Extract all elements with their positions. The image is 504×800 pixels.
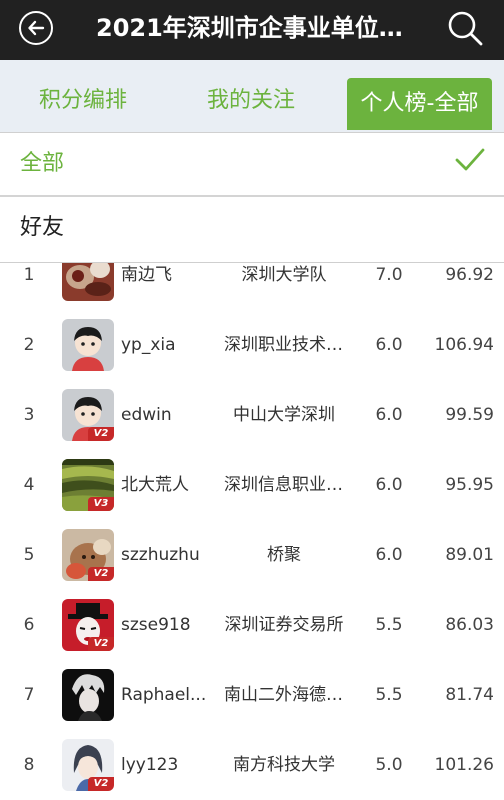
username: szzhuzhu <box>121 545 200 565</box>
food-photo-avatar <box>62 263 114 301</box>
vip-badge: V3 <box>88 497 114 511</box>
vip-badge: V2 <box>88 427 114 441</box>
ranking-row[interactable]: 3 V2 edwin 中山大学深圳 6.0 99.59 <box>0 380 504 450</box>
ranking-row[interactable]: 1 南边飞 深圳大学队 7.0 96.92 <box>0 263 504 310</box>
search-button[interactable] <box>446 9 484 47</box>
ranking-row[interactable]: 2 yp_xia 深圳职业技术学院 6.0 106.94 <box>0 310 504 380</box>
username: szse918 <box>121 615 191 635</box>
avatar: V2 <box>62 739 114 791</box>
avatar <box>62 319 114 371</box>
avatar: V2 <box>62 389 114 441</box>
team-name: 深圳信息职业技术学院 <box>224 475 344 495</box>
team-name: 南山二外海德学校 <box>224 685 344 705</box>
avatar: V3 <box>62 459 114 511</box>
vip-badge: V2 <box>88 777 114 791</box>
rank-number: 2 <box>23 335 35 355</box>
ranking-row[interactable]: 5 V2 szzhuzhu 桥聚 6.0 89.01 <box>0 520 504 590</box>
player-score: 106.94 <box>434 335 494 355</box>
default-boy-avatar <box>62 319 114 371</box>
filter-dropdown: 全部 好友 <box>0 132 504 263</box>
team-name: 深圳职业技术学院 <box>224 335 344 355</box>
player-score: 89.01 <box>445 545 494 565</box>
ranking-row[interactable]: 8 V2 lyy123 南方科技大学 5.0 101.26 <box>0 730 504 800</box>
player-level: 5.0 <box>375 755 403 775</box>
ranking-row[interactable]: 6 V2 szse918 深圳证券交易所 5.5 86.03 <box>0 590 504 660</box>
anime-character-avatar <box>62 669 114 721</box>
filter-option-friends[interactable]: 好友 <box>0 197 504 261</box>
team-name: 桥聚 <box>267 545 301 565</box>
tab-individual-ranking[interactable]: 个人榜-全部 <box>347 78 492 130</box>
player-level: 7.0 <box>375 265 403 285</box>
tab-my-follows[interactable]: 我的关注 <box>188 72 314 130</box>
player-level: 5.5 <box>375 615 403 635</box>
player-level: 6.0 <box>375 405 403 425</box>
avatar: V2 <box>62 599 114 651</box>
avatar: V2 <box>62 529 114 581</box>
username: edwin <box>121 405 172 425</box>
app-header: 2021年深圳市企事业单位围棋赛 <box>0 0 504 60</box>
player-level: 6.0 <box>375 545 403 565</box>
back-button[interactable] <box>19 11 53 45</box>
ranking-row[interactable]: 7 Raphael... 南山二外海德学校 5.5 81.74 <box>0 660 504 730</box>
rank-number: 1 <box>23 265 35 285</box>
avatar <box>62 669 114 721</box>
player-level: 6.0 <box>375 335 403 355</box>
username: lyy123 <box>121 755 179 775</box>
ranking-list: 1 南边飞 深圳大学队 7.0 96.92 2 yp_xia 深圳职业技术学 6… <box>0 263 504 800</box>
team-name: 深圳证券交易所 <box>224 615 344 635</box>
filter-option-label: 全部 <box>20 151 65 176</box>
rank-number: 7 <box>23 685 35 705</box>
player-score: 95.95 <box>445 475 494 495</box>
checkmark-icon <box>455 148 485 171</box>
filter-option-label: 好友 <box>20 215 65 240</box>
player-score: 86.03 <box>445 615 494 635</box>
page-title: 2021年深圳市企事业单位围棋赛 <box>96 14 422 42</box>
rank-number: 5 <box>23 545 35 565</box>
team-name: 南方科技大学 <box>233 755 335 775</box>
rank-number: 3 <box>23 405 35 425</box>
player-level: 6.0 <box>375 475 403 495</box>
username: yp_xia <box>121 335 176 355</box>
player-level: 5.5 <box>375 685 403 705</box>
tab-score-arrangement[interactable]: 积分编排 <box>20 72 146 130</box>
rank-number: 8 <box>23 755 35 775</box>
rank-number: 6 <box>23 615 35 635</box>
username: 南边飞 <box>121 265 172 285</box>
username: 北大荒人 <box>121 475 189 495</box>
vip-badge: V2 <box>88 637 114 651</box>
player-score: 81.74 <box>445 685 494 705</box>
player-score: 99.59 <box>445 405 494 425</box>
rank-number: 4 <box>23 475 35 495</box>
filter-option-all[interactable]: 全部 <box>0 133 504 197</box>
ranking-row[interactable]: 4 V3 北大荒人 深圳信息职业技术学院 6.0 95.95 <box>0 450 504 520</box>
arrow-left-circle-icon <box>28 20 45 36</box>
team-name: 深圳大学队 <box>241 265 327 285</box>
search-icon <box>448 11 483 46</box>
username: Raphael... <box>121 685 207 705</box>
player-score: 101.26 <box>434 755 494 775</box>
vip-badge: V2 <box>88 567 114 581</box>
avatar <box>62 263 114 301</box>
player-score: 96.92 <box>445 265 494 285</box>
tab-bar: 积分编排 我的关注 个人榜-全部 <box>0 60 504 132</box>
team-name: 中山大学深圳 <box>233 405 335 425</box>
